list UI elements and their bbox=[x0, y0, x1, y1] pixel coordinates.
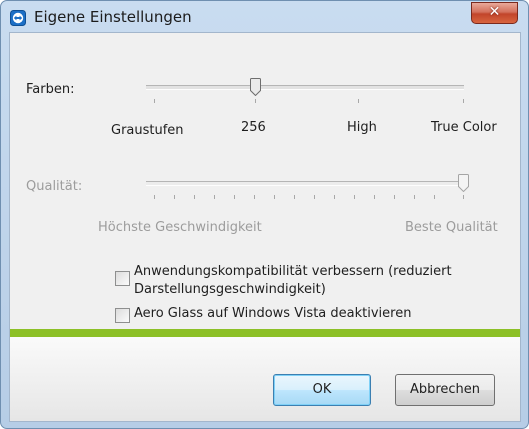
ok-button[interactable]: OK bbox=[273, 374, 371, 406]
quality-label: Qualität: bbox=[26, 179, 83, 194]
colors-tick bbox=[154, 99, 155, 103]
compatibility-option-label-cont[interactable]: Darstellungsgeschwindigkeit) bbox=[134, 282, 326, 297]
quality-max-label: Beste Qualität bbox=[405, 220, 498, 235]
quality-tick bbox=[254, 195, 255, 199]
colors-tick bbox=[358, 99, 359, 103]
quality-tick bbox=[414, 195, 415, 199]
colors-tick-label: True Color bbox=[431, 120, 497, 135]
colors-tick bbox=[255, 99, 256, 103]
quality-slider bbox=[146, 174, 469, 199]
aero-glass-option-label[interactable]: Aero Glass auf Windows Vista deaktiviere… bbox=[134, 306, 411, 321]
quality-tick bbox=[394, 195, 395, 199]
colors-tick-label: High bbox=[347, 120, 377, 135]
compatibility-checkbox[interactable] bbox=[115, 271, 130, 286]
dialog-content: Farben: Graustufen 256 High True Color Q… bbox=[9, 32, 521, 422]
quality-tick bbox=[234, 195, 235, 199]
colors-slider-thumb[interactable] bbox=[250, 78, 261, 96]
quality-tick bbox=[154, 195, 155, 199]
quality-tick bbox=[274, 195, 275, 199]
close-icon: ✕ bbox=[488, 4, 501, 20]
colors-tick-label: Graustufen bbox=[111, 123, 184, 138]
colors-label: Farben: bbox=[26, 82, 75, 97]
quality-tick bbox=[174, 195, 175, 199]
cancel-button[interactable]: Abbrechen bbox=[395, 374, 495, 406]
colors-tick-label: 256 bbox=[241, 120, 266, 135]
quality-tick bbox=[214, 195, 215, 199]
quality-tick bbox=[354, 195, 355, 199]
quality-slider-track bbox=[146, 181, 464, 186]
colors-slider[interactable] bbox=[146, 78, 464, 103]
quality-tick bbox=[374, 195, 375, 199]
quality-tick bbox=[463, 195, 464, 199]
quality-tick bbox=[314, 195, 315, 199]
teamviewer-icon bbox=[10, 10, 26, 26]
accent-bar bbox=[10, 329, 520, 337]
compatibility-option-label[interactable]: Anwendungskompatibilität verbessern (red… bbox=[134, 264, 452, 279]
aero-glass-checkbox[interactable] bbox=[115, 308, 130, 323]
quality-slider-thumb bbox=[458, 174, 469, 192]
title-bar[interactable]: Eigene Einstellungen ✕ bbox=[1, 1, 528, 31]
quality-tick bbox=[294, 195, 295, 199]
quality-tick bbox=[434, 195, 435, 199]
colors-tick bbox=[463, 99, 464, 103]
colors-slider-track bbox=[146, 85, 464, 90]
dialog-window: Eigene Einstellungen ✕ Farben: Graustufe… bbox=[0, 0, 529, 429]
quality-min-label: Höchste Geschwindigkeit bbox=[98, 220, 262, 235]
close-button[interactable]: ✕ bbox=[471, 2, 518, 24]
quality-tick bbox=[334, 195, 335, 199]
window-title: Eigene Einstellungen bbox=[34, 8, 192, 26]
button-area: OK Abbrechen bbox=[10, 337, 520, 421]
quality-tick bbox=[194, 195, 195, 199]
